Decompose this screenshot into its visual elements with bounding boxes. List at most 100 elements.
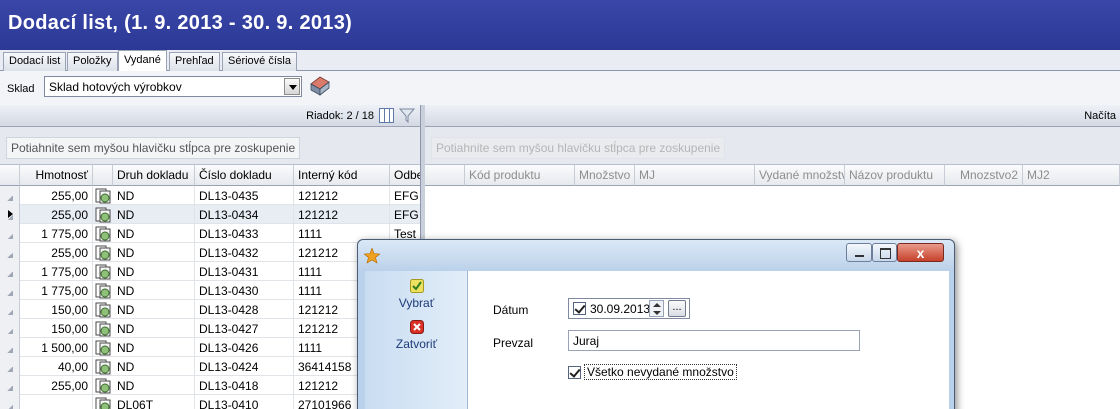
tab-vydane[interactable]: Vydané <box>118 50 167 72</box>
warehouse-label: Sklad <box>7 83 35 95</box>
table-row[interactable]: 255,00 ND DL13-0435 121212 EFG <box>0 186 420 205</box>
column-header-vydane-mnozstvo[interactable]: Vydané množstvo <box>755 165 845 186</box>
column-header-mj2[interactable]: MJ2 <box>1023 165 1120 186</box>
cell-hmotnost[interactable]: 150,00 <box>20 300 93 319</box>
date-browse-button[interactable]: ... <box>668 300 686 317</box>
prevzal-input[interactable]: Juraj <box>568 330 860 351</box>
cell-cislo-dokladu[interactable]: DL13-0428 <box>195 300 294 319</box>
warehouse-select[interactable]: Sklad hotových výrobkov <box>44 76 302 97</box>
cell-hmotnost[interactable]: 255,00 <box>20 243 93 262</box>
cell-druh-dokladu[interactable]: ND <box>113 262 195 281</box>
date-label: Dátum <box>493 303 529 317</box>
cell-druh-dokladu[interactable]: ND <box>113 300 195 319</box>
tab-prehlad[interactable]: Prehľad <box>169 52 220 71</box>
column-header-cislo-dokladu[interactable]: Číslo dokladu <box>195 165 294 186</box>
column-header-odberatel[interactable]: Odbe <box>390 165 420 186</box>
document-icon <box>95 302 111 318</box>
row-indicator[interactable] <box>0 281 20 300</box>
select-button[interactable]: Vybrať <box>365 279 468 310</box>
tab-dodaci-list[interactable]: Dodací list <box>3 52 67 71</box>
cell-druh-dokladu[interactable]: DL06T <box>113 395 195 409</box>
row-indicator[interactable] <box>0 338 20 357</box>
cell-hmotnost[interactable] <box>20 395 93 409</box>
table-row[interactable]: 255,00 ND DL13-0434 121212 EFG <box>0 205 420 224</box>
cell-druh-dokladu[interactable]: ND <box>113 357 195 376</box>
row-indicator[interactable] <box>0 186 20 205</box>
column-header-kod-produktu[interactable]: Kód produktu <box>465 165 575 186</box>
cell-hmotnost[interactable]: 150,00 <box>20 319 93 338</box>
cell-hmotnost[interactable]: 255,00 <box>20 205 93 224</box>
row-indicator[interactable] <box>0 224 20 243</box>
filter-icon[interactable] <box>399 108 415 123</box>
row-indicator[interactable] <box>0 395 20 409</box>
cell-cislo-dokladu[interactable]: DL13-0424 <box>195 357 294 376</box>
cell-odberatel[interactable]: EFG <box>390 205 420 224</box>
column-header-icon[interactable] <box>93 165 113 186</box>
cell-druh-dokladu[interactable]: ND <box>113 224 195 243</box>
chevron-down-icon[interactable] <box>284 78 300 95</box>
cell-cislo-dokladu[interactable]: DL13-0418 <box>195 376 294 395</box>
row-indicator[interactable] <box>0 205 20 224</box>
cell-cislo-dokladu[interactable]: DL13-0433 <box>195 224 294 243</box>
column-header-druh-dokladu[interactable]: Druh dokladu <box>113 165 195 186</box>
date-spinner[interactable] <box>649 300 664 317</box>
warehouse-icon[interactable] <box>309 74 331 96</box>
cell-cislo-dokladu[interactable]: DL13-0426 <box>195 338 294 357</box>
column-chooser-icon[interactable] <box>379 108 394 123</box>
maximize-button[interactable] <box>872 243 897 262</box>
group-panel[interactable]: Potiahnite sem myšou hlavičku stĺpca pre… <box>0 127 420 165</box>
cell-druh-dokladu[interactable]: ND <box>113 243 195 262</box>
cell-hmotnost[interactable]: 255,00 <box>20 376 93 395</box>
group-panel-right[interactable]: Potiahnite sem myšou hlavičku stĺpca pre… <box>425 127 1120 165</box>
cell-cislo-dokladu[interactable]: DL13-0435 <box>195 186 294 205</box>
row-indicator[interactable] <box>0 376 20 395</box>
cell-hmotnost[interactable]: 1 775,00 <box>20 281 93 300</box>
tab-polozky[interactable]: Položky <box>67 52 118 71</box>
dialog-title-bar[interactable]: x <box>358 240 954 270</box>
document-icon <box>95 245 111 261</box>
date-checkbox[interactable] <box>573 302 586 315</box>
cell-cislo-dokladu[interactable]: DL13-0430 <box>195 281 294 300</box>
column-header-mnozstvo2[interactable]: Mnozstvo2 <box>945 165 1023 186</box>
cell-cislo-dokladu[interactable]: DL13-0432 <box>195 243 294 262</box>
date-picker[interactable]: 30.09.2013 ... <box>568 298 690 319</box>
column-header-interny-kod[interactable]: Interný kód <box>294 165 390 186</box>
cell-interny-kod[interactable]: 121212 <box>294 205 390 224</box>
row-indicator[interactable] <box>0 300 20 319</box>
row-indicator-header <box>0 165 20 186</box>
cell-hmotnost[interactable]: 255,00 <box>20 186 93 205</box>
cell-druh-dokladu[interactable]: ND <box>113 319 195 338</box>
cell-druh-dokladu[interactable]: ND <box>113 205 195 224</box>
cell-interny-kod[interactable]: 121212 <box>294 186 390 205</box>
row-indicator[interactable] <box>0 357 20 376</box>
cell-hmotnost[interactable]: 40,00 <box>20 357 93 376</box>
cell-druh-dokladu[interactable]: ND <box>113 338 195 357</box>
column-header-hmotnost[interactable]: Hmotnosť <box>20 165 93 186</box>
row-indicator[interactable] <box>0 319 20 338</box>
tab-seriove-cisla[interactable]: Sériové čísla <box>222 52 297 71</box>
minimize-button[interactable] <box>846 243 872 262</box>
cell-cislo-dokladu[interactable]: DL13-0431 <box>195 262 294 281</box>
load-status: Načíta <box>1084 110 1116 122</box>
cell-hmotnost[interactable]: 1 775,00 <box>20 262 93 281</box>
row-indicator[interactable] <box>0 262 20 281</box>
cell-druh-dokladu[interactable]: ND <box>113 281 195 300</box>
cell-odberatel[interactable]: EFG <box>390 186 420 205</box>
cell-druh-dokladu[interactable]: ND <box>113 376 195 395</box>
document-icon <box>95 378 111 394</box>
close-window-button[interactable]: x <box>897 243 944 262</box>
column-header-mj[interactable]: MJ <box>635 165 755 186</box>
close-button-label: Zatvoriť <box>395 337 438 351</box>
cell-cislo-dokladu[interactable]: DL13-0427 <box>195 319 294 338</box>
column-header-nazov-produktu[interactable]: Názov produktu <box>845 165 945 186</box>
close-button[interactable]: Zatvoriť <box>365 320 468 351</box>
column-header-mnozstvo[interactable]: Množstvo <box>575 165 635 186</box>
cell-cislo-dokladu[interactable]: DL13-0434 <box>195 205 294 224</box>
star-icon <box>364 248 380 264</box>
cell-hmotnost[interactable]: 1 775,00 <box>20 224 93 243</box>
all-unissued-checkbox[interactable] <box>568 366 581 379</box>
row-indicator[interactable] <box>0 243 20 262</box>
cell-hmotnost[interactable]: 1 500,00 <box>20 338 93 357</box>
cell-cislo-dokladu[interactable]: DL13-0410 <box>195 395 294 409</box>
cell-druh-dokladu[interactable]: ND <box>113 186 195 205</box>
